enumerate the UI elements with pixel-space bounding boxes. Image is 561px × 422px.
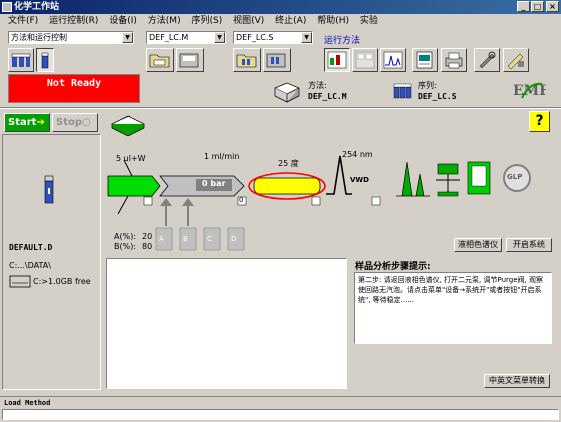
- separator: [0, 107, 561, 109]
- status-text: Load Method: [4, 399, 51, 407]
- detector-label: VWD: [350, 176, 369, 184]
- view-data-analysis-button[interactable]: [352, 48, 378, 72]
- sample-name: DEFAULT.D: [9, 243, 53, 252]
- pump-indicator: 0: [239, 196, 244, 204]
- lc-diagram-button[interactable]: 液相色谱仪: [454, 238, 502, 252]
- chevron-down-icon[interactable]: ▼: [301, 32, 312, 43]
- data-analysis-icon: [355, 51, 375, 69]
- start-arrow-icon: ➔: [36, 117, 45, 128]
- tools-button[interactable]: [503, 48, 529, 72]
- method-label: 方法:: [308, 81, 327, 90]
- left-panel: DEFAULT.D C:...\DATA\ C:>1.0GB free: [2, 134, 101, 390]
- data-path: C:...\DATA\: [9, 261, 51, 270]
- wrench-icon: [479, 51, 496, 69]
- run-method-link[interactable]: 运行方法: [324, 33, 360, 46]
- vials-icon: [11, 53, 31, 67]
- status-bar: Load Method: [0, 396, 561, 422]
- hint-text: 第二步: 请返回液相色谱仪, 打开二元泵, 调节Purge阀, 观察使回路无汽泡…: [354, 272, 552, 344]
- save-sequence-button[interactable]: [263, 48, 291, 72]
- glp-label[interactable]: GLP: [507, 173, 522, 181]
- view-select[interactable]: 方法和运行控制 ▼: [8, 31, 134, 44]
- view-select-value: 方法和运行控制: [11, 33, 67, 42]
- disk-free: C:>1.0GB free: [33, 277, 91, 286]
- instrument-status: Not Ready: [8, 74, 140, 103]
- menu-run-control[interactable]: 运行控制(R): [45, 14, 102, 29]
- stop-label: Stop: [56, 117, 83, 128]
- start-label: Start: [8, 117, 37, 128]
- sequence-select[interactable]: DEF_LC.S ▼: [233, 31, 313, 44]
- save-method-button[interactable]: [176, 48, 204, 72]
- pump-pressure: 0 bar: [202, 179, 226, 188]
- print-icon: [445, 52, 463, 69]
- sample-vial-icon: [42, 173, 56, 210]
- save-sequence-icon: [266, 53, 286, 68]
- sequence-select-value: DEF_LC.S: [236, 33, 274, 42]
- close-button[interactable]: ×: [546, 1, 559, 12]
- save-method-icon: [179, 53, 199, 68]
- sequence-label: 序列:: [418, 81, 437, 90]
- help-button[interactable]: ?: [529, 111, 550, 132]
- solvent-b-label: B(%):: [114, 242, 137, 251]
- start-system-button[interactable]: 开启系统: [506, 238, 552, 252]
- svg-text:EMF: EMF: [513, 83, 546, 99]
- solvent-a-label: A(%):: [114, 232, 137, 241]
- open-method-icon: [149, 54, 170, 68]
- emf-icon[interactable]: EMF: [510, 78, 549, 105]
- bottle-d: D: [231, 235, 237, 243]
- menu-sequence[interactable]: 序列(S): [187, 14, 226, 29]
- method-book-icon: [273, 80, 301, 107]
- print-button[interactable]: [441, 48, 467, 72]
- menu-abort[interactable]: 终止(A): [271, 14, 310, 29]
- hint-title: 样品分析步骤提示:: [355, 262, 431, 272]
- method-value: DEF_LC.M: [308, 92, 347, 101]
- menu-help[interactable]: 帮助(H): [313, 14, 353, 29]
- status-field: [2, 409, 559, 420]
- language-toggle-button[interactable]: 中英文菜单转换: [484, 374, 550, 388]
- open-sequence-icon: [236, 54, 257, 68]
- minimize-button[interactable]: _: [517, 1, 530, 12]
- menu-file[interactable]: 文件(F): [4, 14, 42, 29]
- sequence-value: DEF_LC.S: [418, 92, 457, 101]
- menu-view[interactable]: 视图(V): [229, 14, 268, 29]
- stop-button[interactable]: Stop○: [52, 113, 98, 132]
- bottle-c: C: [207, 235, 212, 243]
- load-method-button[interactable]: [146, 48, 174, 72]
- app-icon: [2, 2, 12, 12]
- bottle-a: A: [159, 235, 164, 243]
- run-control-icon: [327, 51, 347, 69]
- report-button[interactable]: [412, 48, 438, 72]
- vial-icon: [41, 52, 49, 69]
- method-select-value: DEF_LC.M: [149, 33, 189, 42]
- bottle-b: B: [183, 235, 188, 243]
- title-bar: 化学工作站 _ □ ×: [0, 0, 561, 14]
- chevron-down-icon[interactable]: ▼: [122, 32, 133, 43]
- solvent-a-value: 20: [142, 232, 153, 241]
- view-chromatogram-button[interactable]: [380, 48, 406, 72]
- menu-experiment[interactable]: 实验: [356, 14, 382, 29]
- tools-icon: [507, 53, 524, 70]
- load-sequence-button[interactable]: [233, 48, 261, 72]
- maximize-button[interactable]: □: [531, 1, 544, 12]
- menu-bar: 文件(F) 运行控制(R) 设备(I) 方法(M) 序列(S) 视图(V) 终止…: [0, 14, 561, 29]
- view-run-control-button[interactable]: [324, 48, 350, 72]
- report-icon: [416, 51, 433, 69]
- main-display-area: [106, 258, 347, 389]
- stop-circle-icon: ○: [82, 117, 91, 128]
- menu-instrument[interactable]: 设备(I): [105, 14, 141, 29]
- menu-method[interactable]: 方法(M): [144, 14, 185, 29]
- vials-button[interactable]: [8, 48, 34, 72]
- window-title: 化学工作站: [14, 2, 60, 12]
- disk-icon: [9, 273, 31, 292]
- start-button[interactable]: Start➔: [4, 113, 50, 132]
- method-select[interactable]: DEF_LC.M ▼: [146, 31, 226, 44]
- chevron-down-icon[interactable]: ▼: [214, 32, 225, 43]
- single-vial-button[interactable]: [36, 48, 54, 72]
- diagnostics-button[interactable]: [474, 48, 500, 72]
- sequence-vials-icon: [392, 80, 414, 105]
- chromatogram-icon: [383, 51, 403, 69]
- solvent-b-value: 80: [142, 242, 153, 251]
